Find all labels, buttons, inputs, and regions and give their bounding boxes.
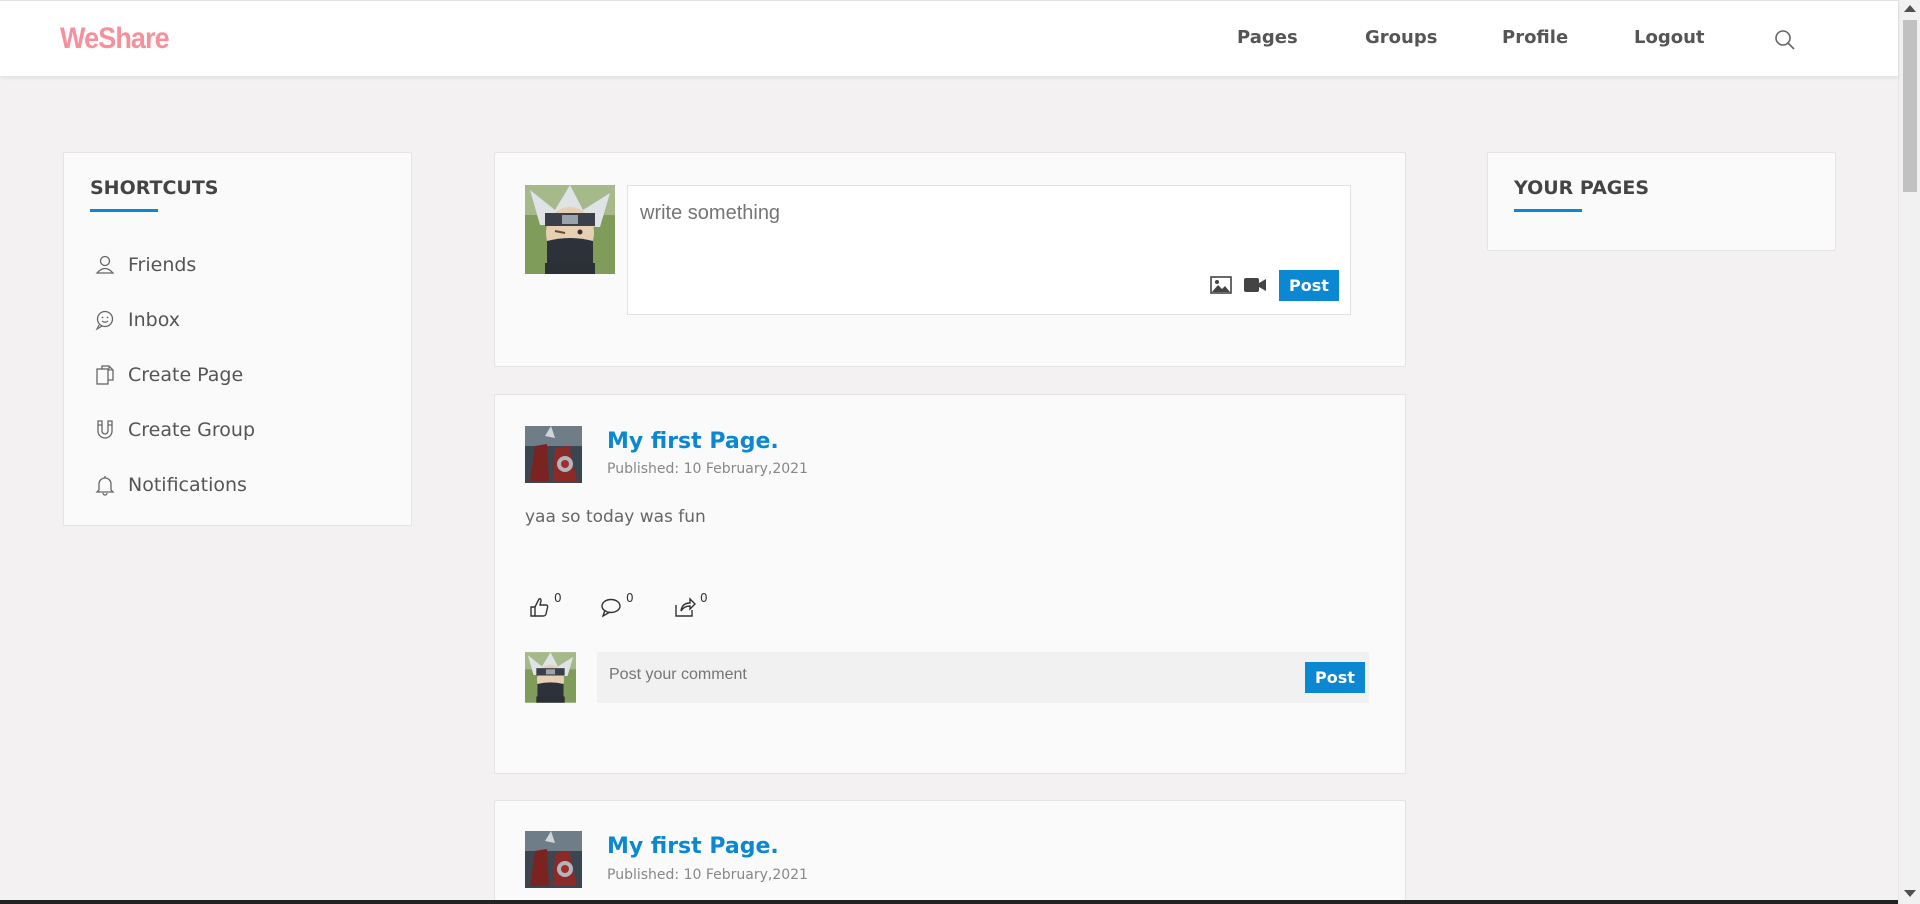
share-icon bbox=[675, 597, 696, 617]
post-card: My first Page. Published: 10 February,20… bbox=[494, 394, 1406, 774]
shortcut-label: Notifications bbox=[128, 474, 247, 496]
your-pages-panel: YOUR PAGES bbox=[1487, 152, 1836, 251]
image-icon[interactable] bbox=[1210, 276, 1232, 294]
post-composer[interactable]: Post bbox=[627, 185, 1351, 315]
shortcut-friends[interactable]: Friends bbox=[94, 250, 196, 280]
nav-profile[interactable]: Profile bbox=[1502, 27, 1568, 48]
title-underline bbox=[1514, 209, 1582, 212]
like-count: 0 bbox=[554, 591, 562, 605]
comment-button[interactable]: 0 bbox=[599, 591, 634, 619]
scrollbar[interactable] bbox=[1898, 0, 1920, 904]
shortcut-label: Create Group bbox=[128, 419, 256, 441]
shortcut-notifications[interactable]: Notifications bbox=[94, 470, 247, 500]
post-text: yaa so today was fun bbox=[525, 507, 706, 527]
nav-groups[interactable]: Groups bbox=[1365, 27, 1437, 48]
chat-icon bbox=[95, 310, 114, 331]
speech-bubble-icon bbox=[601, 598, 621, 618]
post-textarea[interactable] bbox=[640, 202, 1330, 225]
shortcut-inbox[interactable]: Inbox bbox=[94, 305, 180, 335]
commenter-avatar[interactable] bbox=[525, 652, 576, 703]
user-icon bbox=[95, 255, 115, 274]
comment-post-button[interactable]: Post bbox=[1305, 662, 1365, 693]
scroll-thumb[interactable] bbox=[1903, 20, 1917, 192]
video-icon[interactable] bbox=[1244, 277, 1266, 293]
user-avatar[interactable] bbox=[525, 185, 615, 274]
page-name-link[interactable]: My first Page. bbox=[607, 429, 779, 454]
bell-icon bbox=[95, 476, 115, 496]
logo[interactable]: WeShare bbox=[60, 22, 170, 56]
nav-logout[interactable]: Logout bbox=[1634, 27, 1705, 48]
share-count: 0 bbox=[700, 591, 708, 605]
your-pages-title: YOUR PAGES bbox=[1514, 177, 1650, 199]
magnet-icon bbox=[97, 420, 113, 439]
published-date: Published: 10 February,2021 bbox=[607, 461, 808, 477]
scroll-up-arrow-icon[interactable] bbox=[1904, 5, 1916, 12]
shortcut-label: Friends bbox=[128, 254, 197, 276]
page-avatar[interactable] bbox=[525, 831, 582, 888]
like-button[interactable]: 0 bbox=[527, 591, 562, 619]
shortcuts-title: SHORTCUTS bbox=[90, 177, 219, 199]
shortcut-create-page[interactable]: Create Page bbox=[94, 360, 243, 390]
title-underline bbox=[90, 209, 158, 212]
window-bottom-edge bbox=[0, 900, 1898, 904]
shortcut-create-group[interactable]: Create Group bbox=[94, 415, 255, 445]
comment-box: Post bbox=[597, 652, 1369, 703]
share-button[interactable]: 0 bbox=[673, 591, 708, 619]
published-date: Published: 10 February,2021 bbox=[607, 867, 808, 883]
comment-count: 0 bbox=[626, 591, 634, 605]
nav-pages[interactable]: Pages bbox=[1237, 27, 1298, 48]
page-name-link[interactable]: My first Page. bbox=[607, 834, 779, 859]
post-button[interactable]: Post bbox=[1279, 270, 1339, 301]
copy-page-icon bbox=[96, 365, 114, 385]
thumbs-up-icon bbox=[530, 598, 549, 617]
comment-input[interactable] bbox=[609, 666, 1259, 684]
scroll-down-arrow-icon[interactable] bbox=[1904, 890, 1916, 897]
shortcut-label: Inbox bbox=[128, 309, 180, 331]
post-card: My first Page. Published: 10 February,20… bbox=[494, 800, 1406, 904]
page-avatar[interactable] bbox=[525, 426, 582, 483]
search-icon[interactable] bbox=[1774, 29, 1796, 51]
shortcut-label: Create Page bbox=[128, 364, 244, 386]
composer-card: Post bbox=[494, 152, 1406, 367]
top-navbar: WeShare Pages Groups Profile Logout bbox=[0, 0, 1898, 76]
shortcuts-panel: SHORTCUTS Friends Inbox Create Page Crea… bbox=[63, 152, 412, 526]
